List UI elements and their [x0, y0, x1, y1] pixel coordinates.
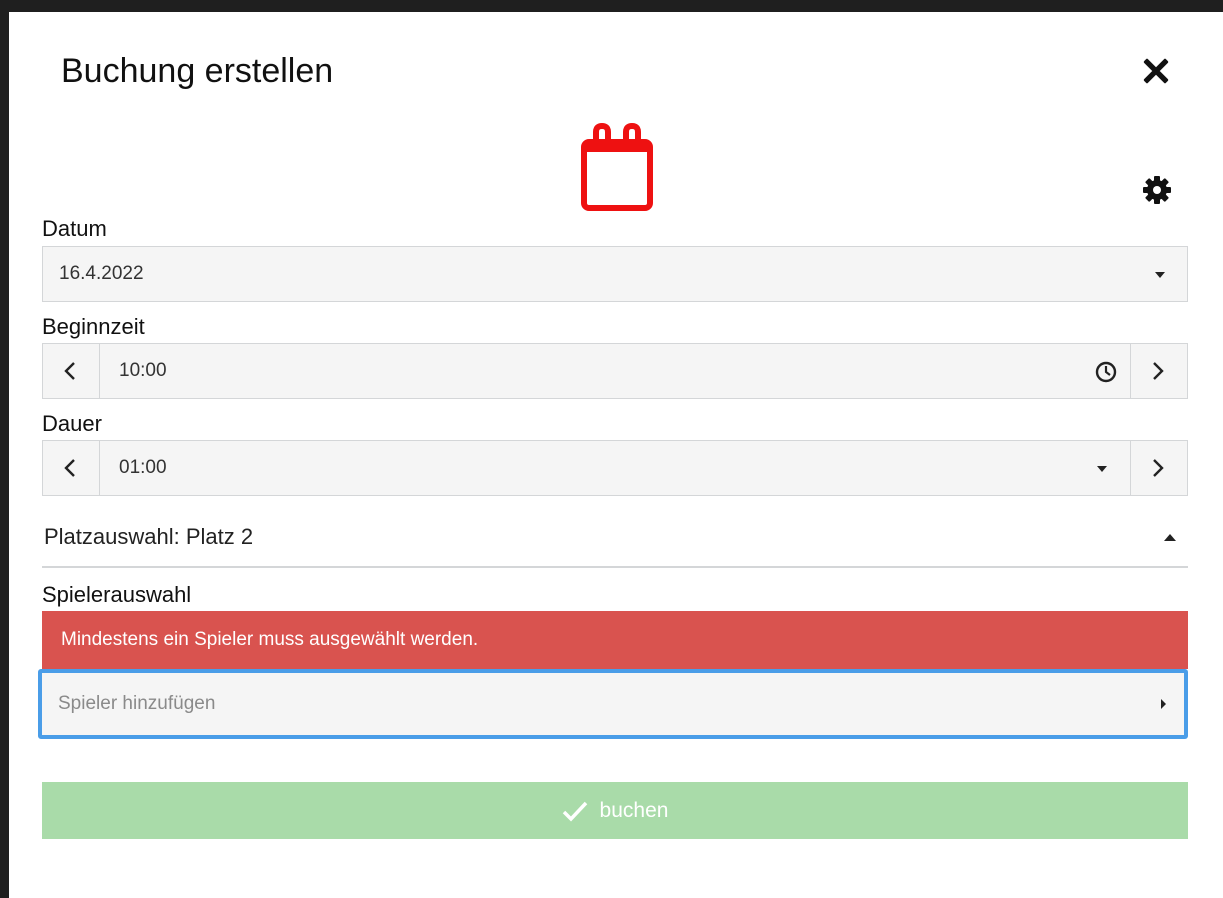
platzauswahl-toggle[interactable]: Platzauswahl: Platz 2: [42, 512, 1188, 568]
add-player-field[interactable]: Spieler hinzufügen: [38, 669, 1188, 739]
book-button[interactable]: buchen: [42, 782, 1188, 839]
background-edge: [0, 12, 9, 898]
chevron-right-icon: [1153, 459, 1164, 477]
beginnzeit-value[interactable]: 10:00: [119, 344, 167, 398]
datum-label: Datum: [42, 216, 107, 241]
booking-dialog: Buchung erstellen Datum 16.4.2022 Beginn…: [9, 12, 1223, 898]
background-bar: [0, 0, 1223, 12]
beginnzeit-prev-button[interactable]: [43, 344, 100, 398]
dauer-label: Dauer: [42, 411, 102, 436]
add-player-placeholder: Spieler hinzufügen: [58, 693, 216, 714]
error-message: Mindestens ein Spieler muss ausgewählt w…: [61, 629, 479, 650]
caret-up-icon: [1164, 534, 1176, 541]
caret-down-icon[interactable]: [1097, 466, 1107, 472]
dauer-next-button[interactable]: [1130, 441, 1187, 495]
spielerauswahl-label: Spielerauswahl: [42, 582, 192, 607]
beginnzeit-next-button[interactable]: [1130, 344, 1187, 398]
dialog-title: Buchung erstellen: [61, 52, 334, 90]
gear-icon[interactable]: [1141, 174, 1173, 206]
dauer-field: 01:00: [42, 440, 1188, 496]
chevron-right-icon: [1153, 362, 1164, 380]
caret-right-icon: [1161, 699, 1166, 709]
beginnzeit-label: Beginnzeit: [42, 314, 145, 339]
calendar-icon: [579, 120, 655, 214]
error-alert: Mindestens ein Spieler muss ausgewählt w…: [42, 611, 1188, 669]
caret-down-icon: [1155, 272, 1165, 278]
dauer-value[interactable]: 01:00: [119, 441, 167, 495]
clock-icon[interactable]: [1095, 361, 1117, 388]
datum-value: 16.4.2022: [59, 263, 144, 284]
close-icon[interactable]: [1141, 56, 1171, 86]
check-icon: [562, 801, 587, 822]
datum-select[interactable]: 16.4.2022: [42, 246, 1188, 302]
chevron-left-icon: [64, 362, 75, 380]
book-button-label: buchen: [599, 798, 669, 822]
platzauswahl-label: Platzauswahl: Platz 2: [44, 524, 254, 549]
beginnzeit-field: 10:00: [42, 343, 1188, 399]
chevron-left-icon: [64, 459, 75, 477]
dauer-prev-button[interactable]: [43, 441, 100, 495]
